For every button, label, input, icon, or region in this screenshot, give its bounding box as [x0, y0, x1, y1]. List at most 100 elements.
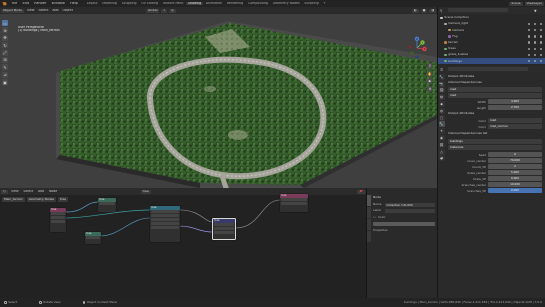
- view-layer-tab-icon[interactable]: ▤: [438, 94, 445, 101]
- tab-layout[interactable]: Layout: [84, 2, 100, 5]
- constraints-tab-icon[interactable]: ⛓: [438, 141, 445, 148]
- camera-render-icon[interactable]: [539, 22, 543, 26]
- particles-tab-icon[interactable]: ✦: [438, 128, 445, 135]
- viewport-menu-object[interactable]: Object: [61, 9, 75, 12]
- properties-editor-icon[interactable]: ☰: [440, 68, 443, 72]
- blender-logo-icon[interactable]: [2, 1, 7, 6]
- tab-scripting[interactable]: Scripting: [302, 2, 321, 5]
- outliner-row[interactable]: grass_bushes: [438, 52, 545, 58]
- add-workspace-icon[interactable]: +: [321, 2, 328, 5]
- buildings-modifier-name[interactable]: buildings: [448, 139, 542, 144]
- camera-render-icon[interactable]: [539, 28, 543, 32]
- zoom-icon[interactable]: ⚲: [427, 63, 433, 69]
- modifier-tab-icon[interactable]: 🔧: [438, 121, 445, 128]
- tab-group[interactable]: [367, 231, 371, 242]
- node-group-input[interactable]: tree: [50, 208, 66, 232]
- checkbox-icon[interactable]: [527, 22, 531, 26]
- node-name-field[interactable]: Collection Info.004: [385, 202, 435, 207]
- node-distribute-points[interactable]: tree: [150, 206, 180, 242]
- checkbox-icon[interactable]: [527, 53, 531, 57]
- proportional-edit-icon[interactable]: ◎: [169, 8, 176, 13]
- material-tab-icon[interactable]: ◕: [438, 155, 445, 162]
- tab-modeling[interactable]: Modeling: [100, 2, 119, 5]
- add-cube-tool-icon[interactable]: ▣: [2, 79, 8, 86]
- filter-icon[interactable]: ⚲: [440, 9, 442, 13]
- internal-dependencies-section-1[interactable]: Internal Dependencies: [448, 81, 542, 84]
- tab-node[interactable]: [367, 195, 371, 206]
- navigation-gizmo[interactable]: X Y Z: [405, 36, 429, 60]
- camera-view-icon[interactable]: ▶: [427, 78, 433, 85]
- camera-render-icon[interactable]: [539, 41, 543, 44]
- outliner-row[interactable]: Camera: [438, 27, 545, 33]
- menu-file[interactable]: File: [9, 2, 20, 5]
- tab-rendering[interactable]: Rendering: [225, 2, 246, 5]
- camera-render-icon[interactable]: [539, 35, 543, 38]
- tab-view[interactable]: [367, 219, 371, 230]
- geometry-node-editor[interactable]: ⬡ View Select Add Node tree 📌 Main_terra…: [0, 188, 366, 298]
- eye-icon[interactable]: [533, 47, 537, 51]
- outliner-row[interactable]: terrain: [438, 40, 545, 46]
- cursor-tool-icon[interactable]: ⊕: [2, 27, 8, 34]
- menu-edit[interactable]: Edit: [20, 2, 32, 5]
- camera-render-icon[interactable]: [539, 47, 543, 51]
- checkbox-icon[interactable]: [527, 41, 531, 44]
- camera-render-icon[interactable]: [539, 59, 543, 63]
- road-modifier-name[interactable]: road: [448, 87, 542, 92]
- properties-search-input[interactable]: [448, 67, 528, 72]
- road-length-field[interactable]: 2.700: [488, 105, 542, 110]
- tool-tab-icon[interactable]: 🔧: [438, 73, 445, 80]
- properties-panel-header[interactable]: Properties: [373, 229, 433, 232]
- road-width-field[interactable]: 4.900: [488, 99, 542, 104]
- output-attributes-section-1[interactable]: Output Attributes: [448, 75, 542, 78]
- outliner-row[interactable]: Scene Collection: [438, 15, 545, 21]
- rotate-tool-icon[interactable]: ↻: [2, 42, 8, 49]
- outliner-row[interactable]: buildings: [438, 58, 545, 64]
- tab-sculpting[interactable]: Sculpting: [119, 2, 139, 5]
- data-tab-icon[interactable]: △: [438, 148, 445, 155]
- view-layer-selector[interactable]: ViewLayer: [524, 1, 544, 6]
- select-tool-icon[interactable]: ▭: [2, 20, 8, 26]
- output-tab-icon[interactable]: 🖨: [438, 87, 445, 94]
- transform-tool-icon[interactable]: ⊞: [2, 56, 8, 63]
- overlay-icon[interactable]: ◐: [412, 8, 419, 13]
- node-panel-title[interactable]: Node: [373, 196, 381, 199]
- physics-tab-icon[interactable]: ◉: [438, 134, 445, 141]
- parameter-value-field[interactable]: 2: [488, 164, 542, 169]
- viewport-menu-add[interactable]: Add: [50, 9, 60, 12]
- checkbox-icon[interactable]: [527, 59, 531, 63]
- node-collection-info-selected[interactable]: tree: [212, 218, 236, 240]
- eye-icon[interactable]: [533, 53, 537, 57]
- checkbox-icon[interactable]: [527, 35, 531, 38]
- tab-uv-editing[interactable]: UV Editing: [139, 2, 160, 5]
- buildings-subpanel-name[interactable]: Instances: [448, 145, 542, 150]
- tab-shading[interactable]: Shading: [185, 1, 204, 6]
- filter-funnel-icon[interactable]: ▼: [534, 9, 537, 13]
- move-tool-icon[interactable]: ✥: [2, 34, 8, 41]
- viewport-menu-select[interactable]: Select: [36, 9, 50, 12]
- outliner-search-input[interactable]: [448, 8, 508, 13]
- pan-hand-icon[interactable]: ✋: [427, 70, 433, 77]
- object-tab-icon[interactable]: ▢: [438, 114, 445, 121]
- grid-toggle-icon[interactable]: #: [427, 85, 433, 92]
- tab-texture-paint[interactable]: Texture Paint: [160, 2, 185, 5]
- parameter-value-field[interactable]: 0.000: [488, 188, 542, 193]
- menu-render[interactable]: Render: [32, 2, 49, 5]
- parameter-value-field[interactable]: 10.000: [488, 182, 542, 187]
- internal-dependencies-section-2[interactable]: Internal Dependencies list: [448, 132, 542, 135]
- world-tab-icon[interactable]: ◍: [438, 107, 445, 114]
- node-label-field[interactable]: [385, 208, 435, 213]
- object-mode-dropdown[interactable]: Object Mode: [1, 8, 24, 13]
- menu-help[interactable]: Help: [67, 2, 80, 5]
- viewport-menu-view[interactable]: View: [25, 9, 37, 12]
- shading-material-icon[interactable]: ◑: [429, 8, 436, 13]
- node-group-output[interactable]: tree: [280, 194, 308, 212]
- outliner-row[interactable]: Camera_light: [438, 21, 545, 27]
- render-tab-icon[interactable]: 📷: [438, 80, 445, 87]
- tab-compositing[interactable]: Compositing: [246, 2, 271, 5]
- road-subpanel-name[interactable]: road: [448, 93, 542, 98]
- transform-orientation-dropdown[interactable]: Global: [145, 8, 160, 13]
- attr-color-field[interactable]: road: [488, 118, 542, 123]
- tab-geometry-nodes[interactable]: Geometry Nodes: [270, 2, 302, 5]
- eye-icon[interactable]: [533, 22, 537, 26]
- eye-icon[interactable]: [533, 28, 537, 32]
